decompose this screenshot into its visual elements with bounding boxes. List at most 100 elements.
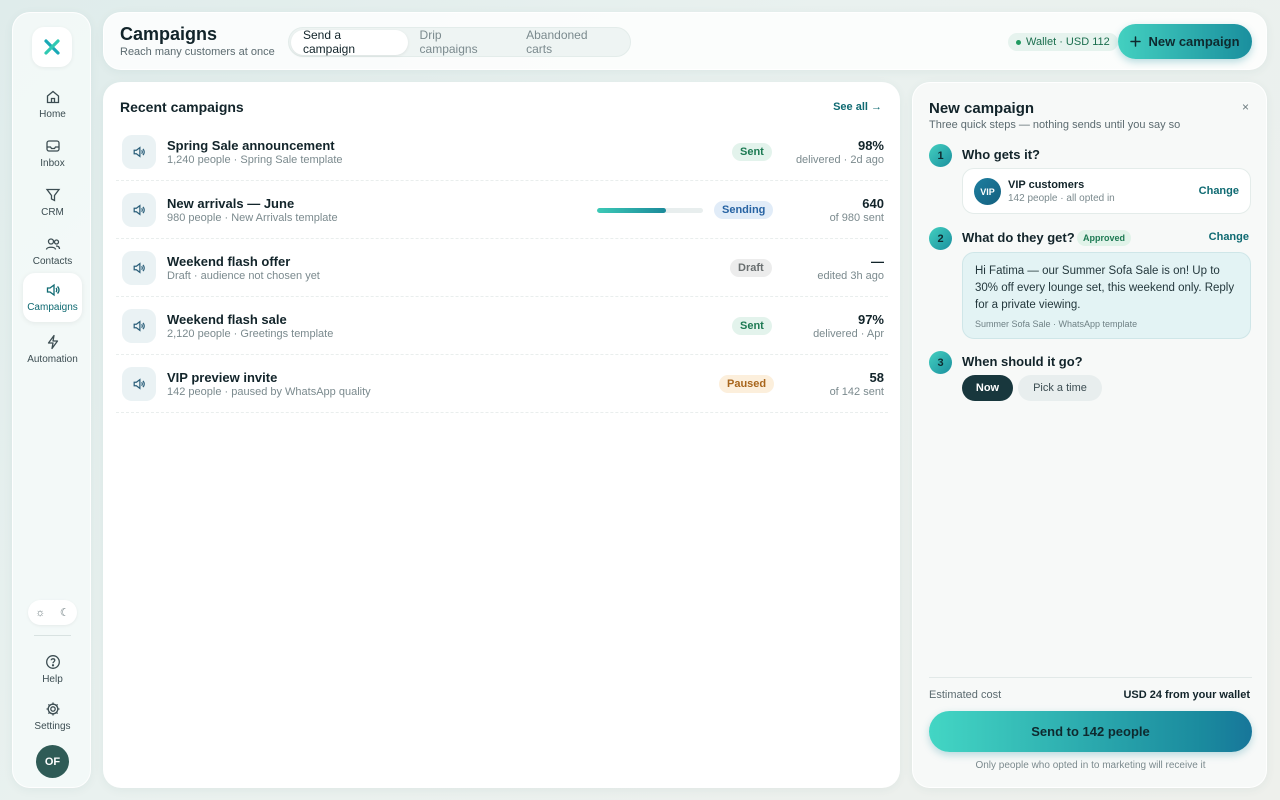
pick-time-button[interactable]: Pick a time: [1018, 375, 1102, 401]
new-campaign-subtitle: Three quick steps — nothing sends until …: [929, 119, 1181, 131]
funnel-icon: [45, 188, 60, 202]
sidebar-item-label: Inbox: [40, 157, 65, 169]
sidebar-item-help[interactable]: Help: [23, 646, 82, 692]
sun-icon[interactable]: ☼: [35, 607, 45, 619]
estimated-cost-label: Estimated cost: [929, 689, 1002, 701]
recent-campaigns-panel: Recent campaigns See all → Spring Sale a…: [103, 82, 900, 788]
audience-details: 142 people · all opted in: [1008, 193, 1115, 204]
header: Campaigns Reach many customers at once S…: [103, 12, 1267, 70]
status-badge: Paused: [719, 375, 775, 393]
campaign-row[interactable]: Weekend flash offer Draft · audience not…: [116, 239, 888, 297]
approved-badge: Approved: [1077, 230, 1132, 246]
moon-icon[interactable]: ☾: [60, 606, 70, 619]
logo-x-icon: [44, 39, 60, 55]
sidebar-item-label: Help: [42, 673, 63, 685]
theme-toggle[interactable]: ☼ ☾: [28, 600, 77, 625]
campaign-details: 2,120 people · Greetings template: [167, 328, 334, 340]
message-template-meta: Summer Sofa Sale · WhatsApp template: [975, 319, 1138, 329]
estimated-cost-value: USD 24 from your wallet: [1123, 689, 1250, 701]
campaign-row[interactable]: Spring Sale announcement 1,240 people · …: [116, 123, 888, 181]
vip-avatar: VIP: [974, 178, 1001, 205]
cost-divider: [929, 677, 1252, 678]
sidebar-item-campaigns[interactable]: Campaigns: [23, 273, 82, 322]
campaign-stat: 97%: [857, 312, 884, 327]
campaign-row[interactable]: Weekend flash sale 2,120 people · Greeti…: [116, 297, 888, 355]
wallet-balance[interactable]: Wallet · USD 112: [1008, 33, 1118, 51]
step-question: When should it go?: [962, 354, 1083, 369]
change-audience-link[interactable]: Change: [1199, 185, 1239, 197]
megaphone-icon: [122, 193, 156, 227]
step-number: 3: [929, 351, 952, 374]
campaign-stat: 58: [869, 370, 884, 385]
campaign-stat-sub: delivered · Apr: [813, 328, 884, 340]
contacts-icon: [45, 237, 60, 250]
sidebar-item-settings[interactable]: Settings: [23, 693, 82, 739]
step-number: 1: [929, 144, 952, 167]
audience-card[interactable]: VIP VIP customers 142 people · all opted…: [962, 168, 1251, 214]
campaign-name: Weekend flash sale: [167, 312, 287, 327]
megaphone-icon: [122, 135, 156, 169]
new-campaign-panel: New campaign Three quick steps — nothing…: [912, 82, 1267, 788]
new-campaign-button[interactable]: New campaign: [1118, 24, 1252, 59]
sidebar-item-label: Campaigns: [27, 302, 78, 313]
sidebar-divider: [34, 635, 71, 636]
user-avatar[interactable]: OF: [36, 745, 69, 778]
see-all-link[interactable]: See all →: [833, 101, 882, 113]
tab-drip-campaigns[interactable]: Drip campaigns: [408, 28, 515, 56]
sending-progress-bar: [597, 208, 703, 213]
sidebar-item-automation[interactable]: Automation: [23, 326, 82, 372]
campaign-stat: —: [871, 254, 884, 269]
campaign-stat-sub: edited 3h ago: [817, 270, 884, 282]
plus-icon: [1130, 36, 1142, 47]
campaign-name: VIP preview invite: [167, 370, 278, 385]
bolt-icon: [47, 334, 58, 349]
page-subtitle: Reach many customers at once: [120, 46, 275, 58]
step-question: Who gets it?: [962, 147, 1040, 162]
message-text: Hi Fatima — our Summer Sofa Sale is on! …: [975, 265, 1235, 311]
status-badge: Sent: [732, 143, 772, 161]
new-campaign-label: New campaign: [1148, 34, 1240, 49]
campaign-details: 142 people · paused by WhatsApp quality: [167, 386, 371, 398]
campaign-row[interactable]: New arrivals — June 980 people · New Arr…: [116, 181, 888, 239]
sending-progress-fill: [597, 208, 666, 213]
sidebar-item-inbox[interactable]: Inbox: [23, 130, 82, 176]
sidebar: Home Inbox CRM Contacts Campaigns Automa…: [12, 12, 91, 788]
megaphone-icon: [122, 251, 156, 285]
app-logo[interactable]: [32, 27, 72, 67]
tab-send-campaign[interactable]: Send a campaign: [291, 28, 408, 56]
tab-abandoned-carts[interactable]: Abandoned carts: [514, 28, 628, 56]
megaphone-icon: [122, 309, 156, 343]
change-message-link[interactable]: Change: [1209, 231, 1249, 243]
sidebar-item-crm[interactable]: CRM: [23, 179, 82, 225]
campaign-stat-sub: of 980 sent: [829, 212, 884, 224]
inbox-icon: [45, 139, 60, 152]
sidebar-item-label: Settings: [34, 720, 71, 732]
send-campaign-button[interactable]: Send to 142 people: [929, 711, 1252, 752]
sidebar-item-label: Contacts: [32, 255, 73, 267]
sidebar-item-home[interactable]: Home: [23, 81, 82, 127]
sidebar-item-label: Home: [39, 108, 66, 120]
home-icon: [46, 90, 59, 103]
wallet-status-dot: [1016, 39, 1021, 45]
status-badge: Draft: [730, 259, 772, 277]
opt-in-note: Only people who opted in to marketing wi…: [975, 760, 1206, 771]
sidebar-item-label: CRM: [41, 206, 64, 218]
campaign-row[interactable]: VIP preview invite 142 people · paused b…: [116, 355, 888, 413]
close-icon[interactable]: ×: [1242, 100, 1249, 114]
campaign-name: Weekend flash offer: [167, 254, 291, 269]
sidebar-item-label: Automation: [27, 353, 78, 365]
status-badge: Sent: [732, 317, 772, 335]
help-icon: [45, 654, 60, 669]
megaphone-icon: [122, 367, 156, 401]
campaign-tabs: Send a campaign Drip campaigns Abandoned…: [288, 27, 631, 57]
message-preview[interactable]: Hi Fatima — our Summer Sofa Sale is on! …: [962, 252, 1251, 339]
campaign-name: Spring Sale announcement: [167, 138, 335, 153]
megaphone-icon: [46, 283, 60, 297]
wallet-label: Wallet · USD 112: [1026, 36, 1110, 48]
step-number: 2: [929, 227, 952, 250]
campaign-stat: 98%: [857, 138, 884, 153]
campaign-stat: 640: [862, 196, 884, 211]
send-now-button[interactable]: Now: [962, 375, 1013, 401]
sidebar-item-contacts[interactable]: Contacts: [23, 228, 82, 274]
campaign-details: 1,240 people · Spring Sale template: [167, 154, 343, 166]
